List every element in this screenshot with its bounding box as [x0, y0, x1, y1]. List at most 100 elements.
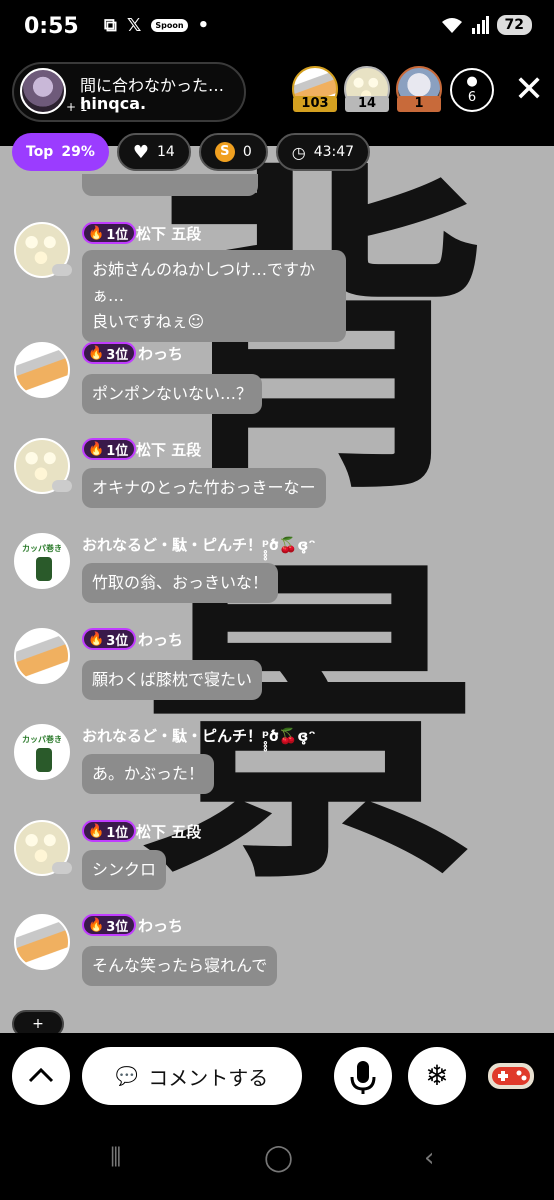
top-rank-pill[interactable]: Top 29%	[12, 133, 109, 171]
microphone-icon-shape	[350, 1061, 376, 1094]
message-bubble: 願わくば膝枕で寝たい	[82, 660, 263, 700]
viewer-count: 6	[467, 90, 477, 105]
message-text: お姉さんのねかしつけ…ですかぁ…	[92, 260, 316, 305]
message-text: そんな笑ったら寝れんで	[92, 956, 268, 975]
username[interactable]: わっち	[138, 343, 183, 364]
chevron-up-icon[interactable]	[12, 1047, 70, 1105]
message-bubble: オキナのとった竹おっきーなー	[82, 468, 326, 508]
rank-text: 3位	[106, 919, 129, 935]
rank-text: 1位	[106, 227, 129, 243]
snowflake-icon[interactable]: ❄	[408, 1047, 466, 1105]
host-avatar[interactable]	[20, 68, 66, 114]
recent-apps-icon[interactable]: ⦀	[110, 1143, 121, 1174]
message-text: 良いですねぇ☺	[92, 312, 205, 331]
flame-icon: 🔥	[88, 631, 105, 647]
status-notification-icons: ⧉ 𝕏 Spoon •	[104, 15, 209, 36]
home-icon[interactable]: ◯	[264, 1143, 293, 1173]
wing-badge-icon	[52, 862, 72, 874]
screenshot-icon: ⧉	[104, 15, 117, 36]
flame-icon: 🔥	[88, 225, 105, 241]
avatar[interactable]: カッパ巻き	[14, 533, 70, 589]
avatar-label: カッパ巻き	[22, 544, 62, 553]
chat-bubble-icon: 💬	[115, 1065, 139, 1087]
username[interactable]: 松下 五段	[136, 821, 201, 842]
wifi-icon	[441, 18, 462, 33]
spoon-icon: Spoon	[151, 19, 188, 32]
status-bar: 0:55 ⧉ 𝕏 Spoon • 72	[0, 0, 554, 56]
chevron-up-icon-shape	[28, 1067, 54, 1083]
message-bubble: お姉さんのねかしつけ…ですかぁ… 良いですねぇ☺	[82, 250, 346, 342]
flame-icon: 🔥	[88, 823, 105, 839]
username[interactable]: おれなるど・駄・ピんチ！ᵖ̥̥̥ծ🍒ɞ̥̥̥ᵔ	[82, 725, 316, 746]
coins-count: 0	[242, 144, 252, 160]
username[interactable]: わっち	[138, 915, 183, 936]
rank-text: 1位	[106, 825, 129, 841]
avatar[interactable]	[14, 628, 70, 684]
avatar[interactable]	[14, 914, 70, 970]
message-text: シンクロ	[92, 860, 157, 879]
close-icon[interactable]: ✕	[514, 72, 544, 108]
status-right-icons: 72	[441, 15, 532, 35]
username[interactable]: わっち	[138, 629, 183, 650]
username[interactable]: 松下 五段	[136, 439, 201, 460]
stats-row: Top 29% ♥ 14 S 0 ◷ 43:47	[12, 133, 371, 173]
system-navigation-bar: ⦀ ◯ ‹	[0, 1123, 554, 1200]
message-bubble: そんな笑ったら寝れんで	[82, 946, 278, 986]
host-name: hinqca.	[80, 94, 147, 113]
likes-pill[interactable]: ♥ 14	[116, 133, 191, 171]
bottom-toolbar: 💬 コメントする ❄	[0, 1033, 554, 1123]
wing-badge-icon	[52, 264, 72, 276]
signal-icon	[471, 16, 489, 34]
rank-badge: 🔥 3位	[82, 628, 137, 650]
live-title: 間に合わなかった…	[80, 76, 225, 95]
coins-pill[interactable]: S 0	[198, 133, 268, 171]
message-bubble: 竹取の翁、おっきいな！	[82, 563, 279, 603]
flame-icon: 🔥	[88, 345, 105, 361]
battery-icon: 72	[496, 15, 532, 35]
username[interactable]: おれなるど・駄・ピんチ！ᵖ̥̥̥ծ🍒ɞ̥̥̥ᵔ	[82, 534, 316, 555]
message-text: あ。かぶった！	[92, 764, 205, 783]
message-text: オキナのとった竹おっきーなー	[92, 478, 316, 497]
kappa-roll-icon	[36, 748, 52, 772]
status-time: 0:55	[24, 14, 79, 39]
elapsed-time: 43:47	[313, 144, 355, 160]
host-card[interactable]: + 1 間に合わなかった… hinqca.	[12, 62, 246, 122]
x-icon: 𝕏	[126, 15, 142, 36]
flame-icon: 🔥	[88, 917, 105, 933]
comment-button[interactable]: 💬 コメントする	[82, 1047, 302, 1105]
clock-icon: ◷	[291, 142, 306, 162]
rank-badge: 🔥 1位	[82, 438, 137, 460]
timer-pill[interactable]: ◷ 43:47	[275, 133, 371, 171]
top-listener-2-count: 14	[345, 96, 389, 112]
likes-count: 14	[157, 144, 175, 160]
coin-icon: S	[214, 142, 235, 162]
top-label: Top	[26, 144, 54, 160]
rank-badge: 🔥 3位	[82, 342, 137, 364]
message-text: ポンポンないない…？	[92, 384, 253, 403]
partial-message-bubble	[82, 174, 258, 196]
top-listener-1-count: 103	[293, 96, 337, 112]
avatar[interactable]: カッパ巻き	[14, 724, 70, 780]
back-icon[interactable]: ‹	[424, 1143, 434, 1173]
message-text: 願わくば膝枕で寝たい	[92, 670, 253, 689]
rank-badge: 🔥 3位	[82, 914, 137, 936]
message-bubble: ポンポンないない…？	[82, 374, 263, 414]
rank-badge: 🔥 1位	[82, 222, 137, 244]
rank-badge: 🔥 1位	[82, 820, 137, 842]
username[interactable]: 松下 五段	[136, 223, 201, 244]
notification-dot: •	[197, 15, 210, 36]
rank-text: 3位	[106, 347, 129, 363]
game-controller-icon[interactable]	[486, 1055, 536, 1095]
kappa-roll-icon	[36, 557, 52, 581]
wing-badge-icon	[52, 480, 72, 492]
comment-label: コメントする	[148, 1065, 269, 1090]
avatar[interactable]	[14, 342, 70, 398]
microphone-icon[interactable]	[334, 1047, 392, 1105]
person-icon: ●	[466, 74, 478, 89]
heart-icon: ♥	[132, 141, 149, 163]
message-bubble: あ。かぶった！	[82, 754, 215, 794]
viewer-count-button[interactable]: ● 6	[450, 68, 494, 112]
top-percent: 29%	[61, 144, 95, 160]
flame-icon: 🔥	[88, 441, 105, 457]
rank-text: 3位	[106, 633, 129, 649]
